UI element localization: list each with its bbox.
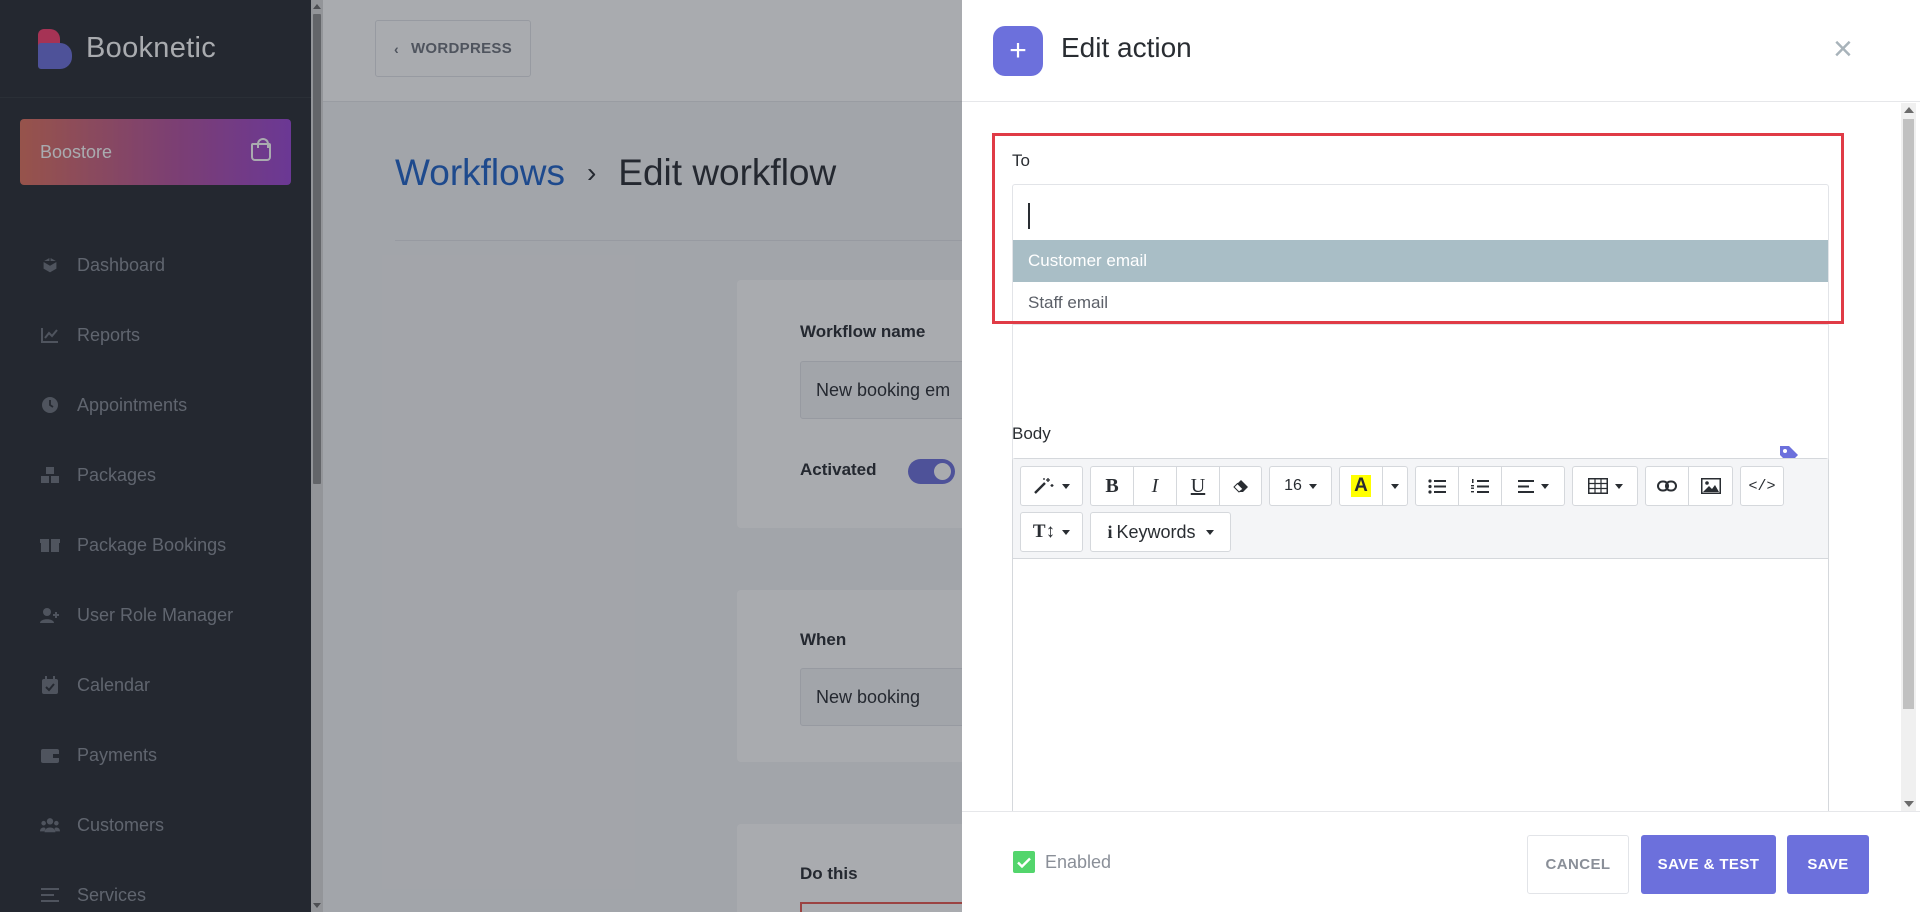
eraser-icon <box>1232 480 1248 493</box>
enabled-checkbox[interactable] <box>1013 851 1035 873</box>
insert-group <box>1645 466 1733 506</box>
panel-header: + Edit action × <box>962 0 1920 102</box>
keywords-button[interactable]: i Keywords <box>1091 513 1230 551</box>
code-group: </> <box>1740 466 1784 506</box>
italic-button[interactable]: I <box>1134 467 1177 505</box>
bullet-list-button[interactable] <box>1416 467 1459 505</box>
panel-body: To Customer email Staff email Body B I U… <box>962 103 1920 811</box>
highlight-a-icon: A <box>1351 475 1371 497</box>
keywords-group: i Keywords <box>1090 512 1231 552</box>
insert-image-button[interactable] <box>1689 467 1732 505</box>
table-group <box>1572 466 1638 506</box>
plus-icon: + <box>993 26 1043 76</box>
modal-backdrop[interactable] <box>0 0 962 912</box>
close-icon[interactable]: × <box>1833 32 1853 66</box>
body-label: Body <box>1012 424 1051 443</box>
numbered-list-icon <box>1471 478 1489 493</box>
highlight-annotation-box <box>992 133 1844 324</box>
text-size-group: T↕ <box>1020 512 1083 552</box>
line-height-button[interactable]: T↕ <box>1021 513 1082 551</box>
image-icon <box>1700 478 1721 494</box>
caret-down-icon <box>1540 483 1549 489</box>
keywords-label: Keywords <box>1116 521 1196 542</box>
style-group <box>1020 466 1083 506</box>
edit-action-panel: + Edit action × To Customer email Staff … <box>962 0 1920 912</box>
bullet-list-icon <box>1428 478 1446 494</box>
caret-down-icon <box>1391 483 1399 489</box>
info-icon: i <box>1107 521 1113 542</box>
caret-down-icon <box>1062 483 1070 489</box>
numbered-list-button[interactable] <box>1459 467 1502 505</box>
save-button[interactable]: SAVE <box>1787 835 1869 894</box>
text-height-icon: T↕ <box>1032 521 1056 542</box>
font-size-button[interactable]: 16 <box>1270 467 1331 505</box>
editor-toolbar: B I U 16 A </> T↕ i Keywords <box>1013 459 1828 559</box>
underline-button[interactable]: U <box>1177 467 1220 505</box>
scroll-up-arrow-icon[interactable] <box>1904 107 1914 113</box>
panel-scrollbar[interactable] <box>1882 103 1920 811</box>
scrollbar-thumb[interactable] <box>1903 119 1914 709</box>
caret-down-icon <box>1308 483 1317 489</box>
table-icon <box>1587 478 1608 494</box>
scroll-down-arrow-icon[interactable] <box>1904 801 1914 807</box>
font-size-group: 16 <box>1269 466 1332 506</box>
color-group: A <box>1339 466 1408 506</box>
insert-link-button[interactable] <box>1646 467 1689 505</box>
body-editor: B I U 16 A </> T↕ i Keywords <box>1012 458 1829 811</box>
panel-footer: Enabled CANCEL SAVE & TEST SAVE <box>962 811 1920 912</box>
link-icon <box>1657 480 1677 492</box>
align-button[interactable] <box>1502 467 1564 505</box>
eraser-button[interactable] <box>1220 467 1261 505</box>
code-view-button[interactable]: </> <box>1741 467 1783 505</box>
align-left-icon <box>1517 479 1534 493</box>
caret-down-icon <box>1062 529 1071 535</box>
color-dropdown-button[interactable] <box>1383 467 1407 505</box>
highlight-color-button[interactable]: A <box>1340 467 1383 505</box>
paragraph-group <box>1415 466 1565 506</box>
caret-down-icon <box>1614 483 1623 489</box>
table-button[interactable] <box>1573 467 1637 505</box>
checkmark-icon <box>1017 857 1031 868</box>
font-size-value: 16 <box>1284 477 1302 494</box>
panel-title: Edit action <box>1061 32 1192 63</box>
cancel-button[interactable]: CANCEL <box>1527 835 1629 894</box>
enabled-label[interactable]: Enabled <box>1045 852 1111 873</box>
save-and-test-button[interactable]: SAVE & TEST <box>1641 835 1776 894</box>
bold-button[interactable]: B <box>1091 467 1134 505</box>
caret-down-icon <box>1205 529 1214 535</box>
magic-wand-icon <box>1034 478 1054 494</box>
font-style-group: B I U <box>1090 466 1262 506</box>
magic-style-button[interactable] <box>1021 467 1082 505</box>
editor-content-area[interactable] <box>1013 560 1828 811</box>
